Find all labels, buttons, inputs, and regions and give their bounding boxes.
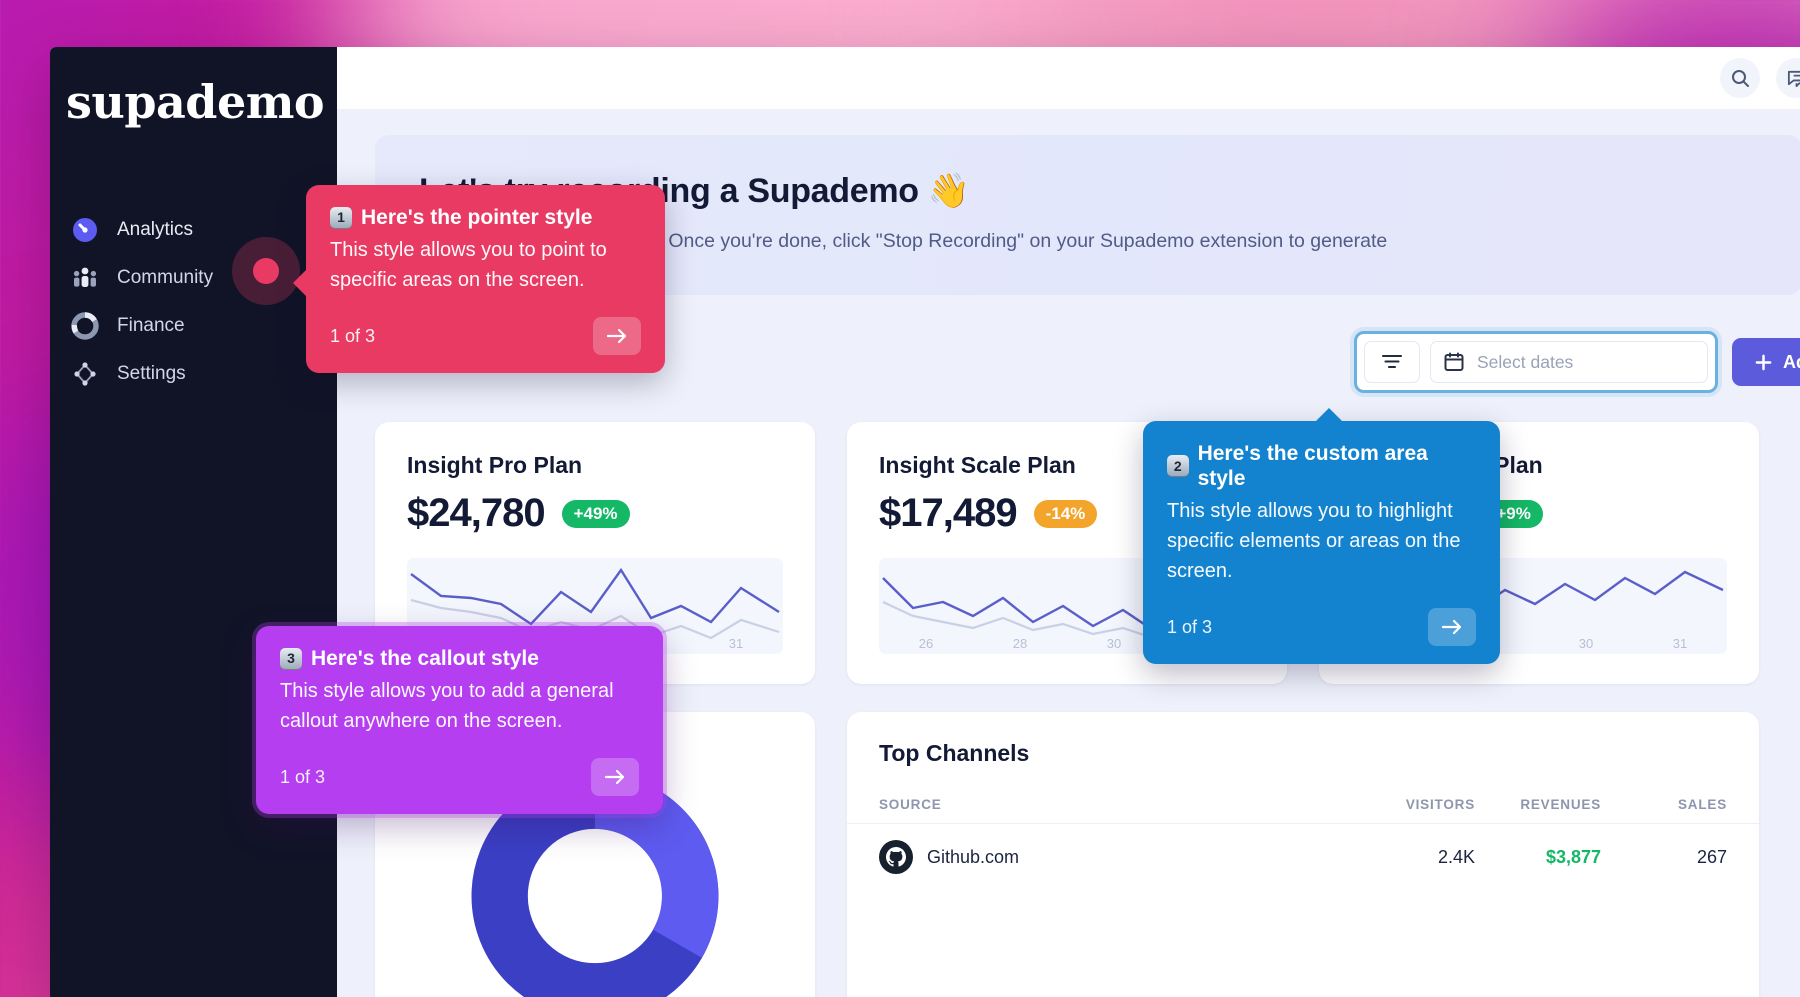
panel-title: Top Channels (879, 740, 1030, 766)
add-button[interactable]: Add (1732, 338, 1800, 386)
nodes-icon (70, 359, 100, 389)
x-tick: 31 (728, 636, 744, 651)
tooltip-title: Here's the custom area style (1197, 442, 1428, 491)
step-number-badge: 3 (280, 647, 302, 670)
donut-icon (70, 311, 100, 341)
tooltip-body: This style allows you to add a general c… (280, 680, 614, 732)
table-header: SOURCE VISITORS REVENUES SALES (847, 797, 1759, 824)
x-tick: 28 (1012, 636, 1028, 651)
kpi-value: $17,489 (879, 491, 1018, 535)
tooltip-title-row: 2 Here's the custom area style (1167, 441, 1476, 491)
tooltip-step-counter: 1 of 3 (330, 325, 376, 346)
sidebar-item-analytics[interactable]: Analytics (50, 206, 337, 254)
sidebar-nav: Analytics Community Finance Settings (50, 206, 337, 398)
table-cell-visitors: 2.4K (1437, 846, 1475, 867)
tooltip-pointer-style[interactable]: 1 Here's the pointer style This style al… (293, 185, 665, 374)
tooltip-title-row: 1 Here's the pointer style (330, 205, 641, 230)
date-filter-group: Select dates (1354, 331, 1718, 393)
sidebar: supademo Analytics Community Finance Set… (50, 47, 337, 997)
table-cell-sales: 267 (1696, 846, 1727, 867)
tooltip-next-button[interactable] (593, 317, 641, 356)
github-icon (879, 840, 913, 874)
messages-button[interactable] (1776, 58, 1800, 98)
search-button[interactable] (1720, 58, 1760, 98)
sidebar-item-settings[interactable]: Settings (50, 350, 337, 398)
arrow-right-icon (606, 329, 627, 344)
tooltip-step-counter: 1 of 3 (1167, 616, 1213, 637)
plus-icon (1755, 354, 1772, 370)
tooltip-footer: 1 of 3 (330, 317, 641, 356)
tooltip-body: This style allows you to highlight speci… (1167, 500, 1461, 582)
x-tick: 30 (1106, 636, 1122, 651)
tooltip-footer: 1 of 3 (280, 758, 639, 797)
pointer-target-dot (232, 237, 300, 305)
dashboard-toolbar: Select dates Add (1354, 331, 1800, 393)
tooltip-title: Here's the pointer style (361, 206, 593, 229)
sidebar-item-finance[interactable]: Finance (50, 302, 337, 350)
sidebar-item-label: Analytics (117, 218, 194, 240)
tooltip-body: This style allows you to point to specif… (330, 239, 607, 291)
sidebar-item-label: Finance (117, 314, 185, 336)
kpi-card-title: Insight Pro Plan (407, 452, 583, 478)
kpi-delta-badge: +49% (561, 499, 630, 528)
top-bar (337, 47, 1800, 109)
arrow-right-icon (1441, 620, 1462, 635)
date-range-input[interactable]: Select dates (1430, 341, 1708, 383)
tooltip-title: Here's the callout style (311, 647, 539, 670)
pointer-dot-core (253, 258, 279, 284)
sidebar-item-label: Settings (117, 362, 186, 384)
gauge-icon (70, 215, 100, 245)
filter-button[interactable] (1364, 341, 1420, 383)
tooltip-custom-area-style[interactable]: 2 Here's the custom area style This styl… (1143, 407, 1500, 665)
arrow-right-icon (604, 770, 625, 785)
kpi-value: $24,780 (407, 491, 546, 535)
tooltip-step-counter: 1 of 3 (280, 766, 326, 787)
x-tick: 26 (918, 636, 934, 651)
tooltip-callout-style[interactable]: 3 Here's the callout style This style al… (256, 626, 663, 815)
calendar-icon (1444, 352, 1464, 371)
table-cell-revenues: $3,877 (1545, 846, 1601, 867)
tooltip-title-row: 3 Here's the callout style (280, 646, 639, 671)
add-button-label: Add (1783, 351, 1800, 372)
date-range-placeholder: Select dates (1477, 351, 1574, 372)
chat-icon (1787, 70, 1800, 87)
people-icon (70, 263, 100, 293)
tooltip-footer: 1 of 3 (1167, 608, 1476, 647)
brand-logo: supademo (66, 75, 325, 129)
x-tick: 30 (1578, 636, 1594, 651)
table-cell-source: Github.com (879, 840, 1349, 874)
step-number-badge: 2 (1167, 455, 1189, 478)
table-cell-source-label: Github.com (927, 846, 1020, 867)
kpi-delta-badge: -14% (1033, 499, 1098, 528)
column-header-revenues: REVENUES (1520, 797, 1601, 812)
column-header-sales: SALES (1677, 797, 1727, 812)
tooltip-next-button[interactable] (591, 758, 639, 797)
table-row[interactable]: Github.com 2.4K $3,877 267 (847, 824, 1759, 874)
x-tick: 31 (1672, 636, 1688, 651)
top-channels-panel: Top Channels SOURCE VISITORS REVENUES SA… (847, 712, 1759, 997)
kpi-row: $24,780 +49% (407, 491, 783, 536)
column-header-visitors: VISITORS (1405, 797, 1475, 812)
filter-icon (1381, 354, 1403, 369)
sidebar-item-label: Community (117, 266, 214, 288)
tooltip-next-button[interactable] (1428, 608, 1476, 647)
search-icon (1732, 70, 1749, 87)
column-header-source: SOURCE (879, 797, 942, 812)
step-number-badge: 1 (330, 206, 352, 229)
